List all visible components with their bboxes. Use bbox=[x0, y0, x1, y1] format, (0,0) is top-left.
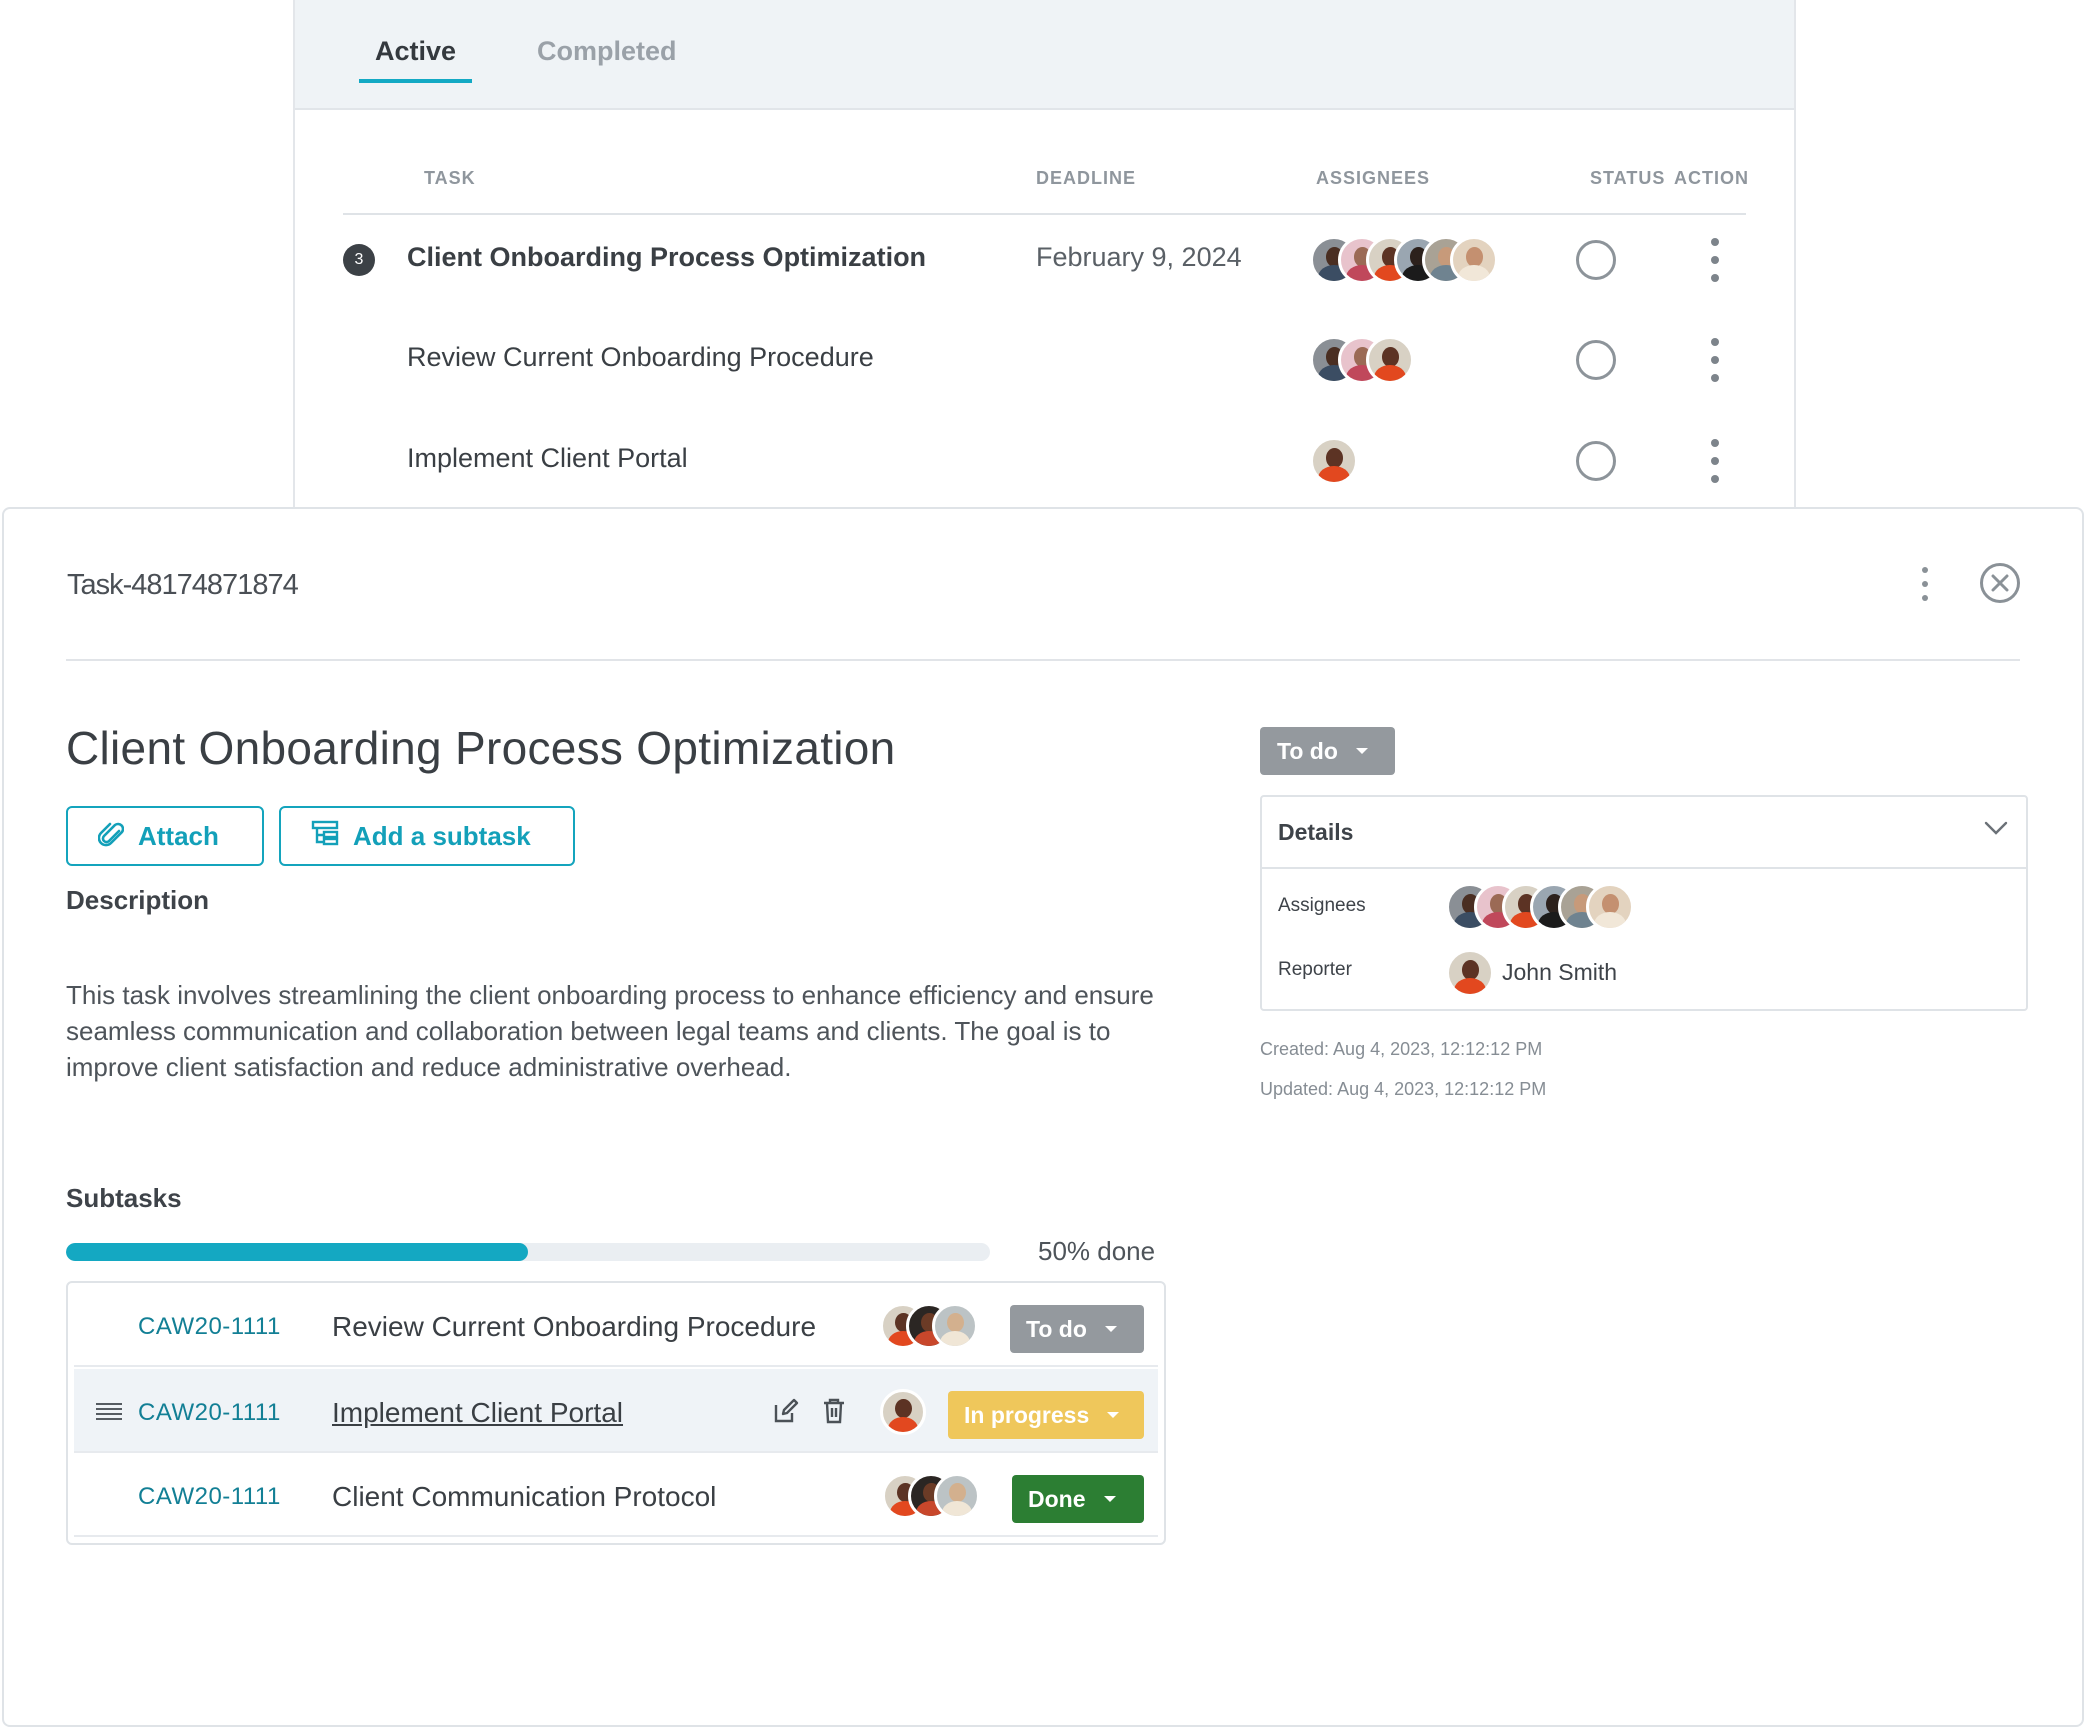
status-dropdown[interactable]: To do bbox=[1010, 1305, 1144, 1353]
caret-down-icon bbox=[1103, 1496, 1116, 1502]
column-header-assignees: ASSIGNEES bbox=[1316, 168, 1431, 188]
subtask-code[interactable]: CAW20-1111 bbox=[138, 1313, 281, 1341]
reporter-avatar bbox=[1446, 949, 1494, 997]
paperclip-icon bbox=[97, 819, 138, 854]
status-label: In progress bbox=[964, 1401, 1090, 1428]
task-id: Task-48174871874 bbox=[67, 569, 299, 601]
task-title[interactable]: Implement Client Portal bbox=[407, 443, 688, 474]
status-circle-icon[interactable] bbox=[1576, 240, 1616, 280]
attach-button[interactable]: Attach bbox=[66, 806, 264, 866]
attach-label: Attach bbox=[138, 820, 219, 851]
task-title[interactable]: Review Current Onboarding Procedure bbox=[407, 342, 874, 373]
assignee-avatars[interactable] bbox=[1310, 437, 1358, 485]
assignee-avatars[interactable] bbox=[1310, 336, 1414, 384]
avatar bbox=[880, 1389, 926, 1435]
table-row[interactable]: Review Current Onboarding Procedure bbox=[343, 310, 1746, 410]
task-deadline: February 9, 2024 bbox=[1036, 242, 1242, 272]
subtask-assignees[interactable] bbox=[882, 1473, 980, 1519]
caret-down-icon bbox=[1104, 1326, 1117, 1332]
list-item[interactable]: CAW20-1111 Implement Client Portal In pr… bbox=[74, 1369, 1158, 1453]
details-label: Details bbox=[1278, 819, 1354, 845]
column-header-action: ACTION bbox=[1674, 168, 1749, 188]
subtask-icon bbox=[311, 820, 353, 853]
progress-label: 50% done bbox=[1038, 1236, 1156, 1266]
subtask-assignees[interactable] bbox=[880, 1389, 926, 1435]
edit-icon[interactable] bbox=[772, 1397, 800, 1425]
add-subtask-button[interactable]: Add a subtask bbox=[279, 806, 575, 866]
status-dropdown[interactable]: In progress bbox=[948, 1391, 1144, 1439]
table-row[interactable]: 3 Client Onboarding Process Optimization… bbox=[343, 210, 1746, 310]
avatar bbox=[1310, 437, 1358, 485]
details-header[interactable]: Details bbox=[1262, 797, 2026, 869]
subtask-progress-fill bbox=[66, 1243, 528, 1261]
status-circle-icon[interactable] bbox=[1576, 340, 1616, 380]
subtask-title[interactable]: Client Communication Protocol bbox=[332, 1481, 716, 1513]
subtask-list: CAW20-1111 Review Current Onboarding Pro… bbox=[66, 1281, 1166, 1545]
subtask-progress-bar bbox=[66, 1243, 990, 1261]
column-header-deadline: DEADLINE bbox=[1036, 168, 1137, 188]
subtask-code[interactable]: CAW20-1111 bbox=[138, 1483, 281, 1511]
subtask-count-badge: 3 bbox=[343, 244, 375, 276]
header-divider bbox=[66, 659, 2020, 661]
assignee-avatars[interactable] bbox=[1446, 883, 1634, 931]
tab-completed[interactable]: Completed bbox=[521, 36, 693, 79]
column-header-status: STATUS bbox=[1590, 168, 1666, 188]
close-icon[interactable] bbox=[1980, 563, 2020, 603]
created-timestamp: Created: Aug 4, 2023, 12:12:12 PM bbox=[1260, 1039, 1543, 1059]
avatar bbox=[1366, 336, 1414, 384]
trash-icon[interactable] bbox=[820, 1397, 848, 1425]
kebab-icon[interactable] bbox=[1918, 567, 1932, 601]
subtask-title[interactable]: Review Current Onboarding Procedure bbox=[332, 1311, 816, 1343]
kebab-icon[interactable] bbox=[1703, 338, 1727, 382]
status-dropdown[interactable]: Done bbox=[1012, 1475, 1144, 1523]
avatar bbox=[934, 1473, 980, 1519]
reporter-label: Reporter bbox=[1278, 959, 1352, 980]
list-item[interactable]: CAW20-1111 Review Current Onboarding Pro… bbox=[74, 1283, 1158, 1367]
avatar bbox=[1450, 236, 1498, 284]
assignee-avatars[interactable] bbox=[1310, 236, 1498, 284]
subtask-assignees[interactable] bbox=[880, 1303, 978, 1349]
kebab-icon[interactable] bbox=[1703, 238, 1727, 282]
details-card: Details Assignees Reporter John Smith bbox=[1260, 795, 2028, 1011]
caret-down-icon bbox=[1107, 1412, 1120, 1418]
table-row[interactable]: Implement Client Portal bbox=[343, 411, 1746, 511]
status-circle-icon[interactable] bbox=[1576, 441, 1616, 481]
task-status-dropdown[interactable]: To do bbox=[1260, 727, 1395, 775]
column-header-task: TASK bbox=[424, 168, 476, 188]
task-title[interactable]: Client Onboarding Process Optimization bbox=[407, 242, 926, 273]
caret-down-icon bbox=[1355, 748, 1368, 754]
kebab-icon[interactable] bbox=[1703, 439, 1727, 483]
subtask-title[interactable]: Implement Client Portal bbox=[332, 1397, 623, 1429]
avatar bbox=[932, 1303, 978, 1349]
status-label: Done bbox=[1028, 1485, 1086, 1512]
subtasks-heading: Subtasks bbox=[66, 1183, 182, 1213]
description-text: This task involves streamlining the clie… bbox=[66, 980, 1154, 1082]
status-label: To do bbox=[1277, 737, 1338, 764]
chevron-down-icon[interactable] bbox=[1984, 821, 2008, 840]
add-subtask-label: Add a subtask bbox=[353, 820, 531, 851]
description-heading: Description bbox=[66, 885, 210, 915]
task-list-card: Active Completed TASK DEADLINE ASSIGNEES… bbox=[293, 0, 1796, 560]
assignees-label: Assignees bbox=[1278, 895, 1366, 916]
avatar bbox=[1586, 883, 1634, 931]
tabs-bar: Active Completed bbox=[295, 0, 1794, 110]
list-item[interactable]: CAW20-1111 Client Communication Protocol… bbox=[74, 1453, 1158, 1537]
avatar bbox=[1446, 949, 1494, 997]
subtask-code[interactable]: CAW20-1111 bbox=[138, 1399, 281, 1427]
reporter-name: John Smith bbox=[1502, 959, 1618, 985]
drag-handle-icon[interactable] bbox=[96, 1403, 122, 1420]
updated-timestamp: Updated: Aug 4, 2023, 12:12:12 PM bbox=[1260, 1079, 1547, 1099]
page-title: Client Onboarding Process Optimization bbox=[66, 722, 896, 774]
tab-active[interactable]: Active bbox=[359, 36, 473, 83]
status-label: To do bbox=[1026, 1315, 1087, 1342]
task-detail-panel: Task-48174871874 Client Onboarding Proce… bbox=[2, 507, 2084, 1727]
